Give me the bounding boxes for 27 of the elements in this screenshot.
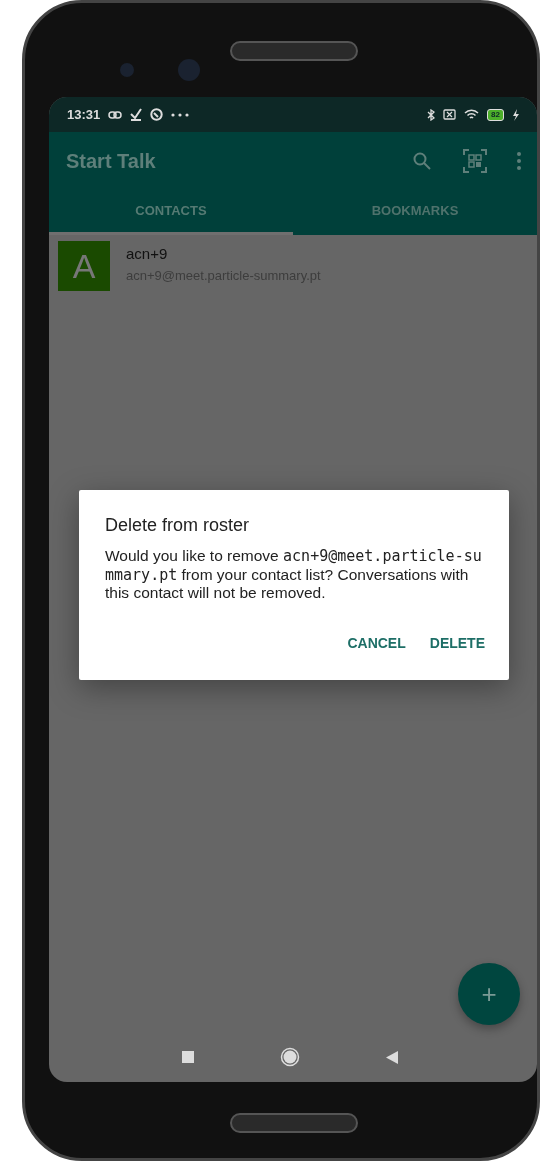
- dialog-button[interactable]: DELETE: [429, 626, 485, 660]
- contact-avatar: A: [58, 241, 110, 291]
- back-icon[interactable]: [386, 1050, 398, 1064]
- circle-icon: [150, 108, 164, 121]
- home-icon[interactable]: [280, 1047, 300, 1067]
- bluetooth-icon: [427, 108, 436, 121]
- dialog-button[interactable]: CANCEL: [347, 626, 406, 660]
- battery-indicator: 82: [487, 108, 504, 121]
- app-title: Start Talk: [66, 149, 157, 174]
- camera-icon: [120, 63, 134, 77]
- status-time: 13:31: [67, 105, 101, 124]
- overflow-menu-icon[interactable]: [517, 152, 521, 170]
- dialog-title: Delete from roster: [105, 514, 251, 537]
- more-dots-icon: [171, 112, 190, 117]
- download-icon: [130, 108, 143, 121]
- link-icon: [108, 110, 123, 119]
- charging-icon: [512, 108, 519, 121]
- camera-icon: [178, 59, 200, 81]
- tab[interactable]: BOOKMARKS: [293, 190, 537, 235]
- search-icon[interactable]: [413, 152, 431, 170]
- dialog-message: Would you like to remove acn+9@meet.particle-summary.pt from your contact list? Conversations with this contact will not be removed.: [105, 547, 483, 603]
- qr-code-icon[interactable]: [463, 149, 487, 173]
- add-button[interactable]: +: [458, 963, 520, 1025]
- sim-icon: [443, 109, 457, 120]
- tab[interactable]: CONTACTS: [49, 190, 293, 235]
- wifi-icon: [464, 108, 480, 121]
- contact-name: acn+9: [126, 244, 169, 264]
